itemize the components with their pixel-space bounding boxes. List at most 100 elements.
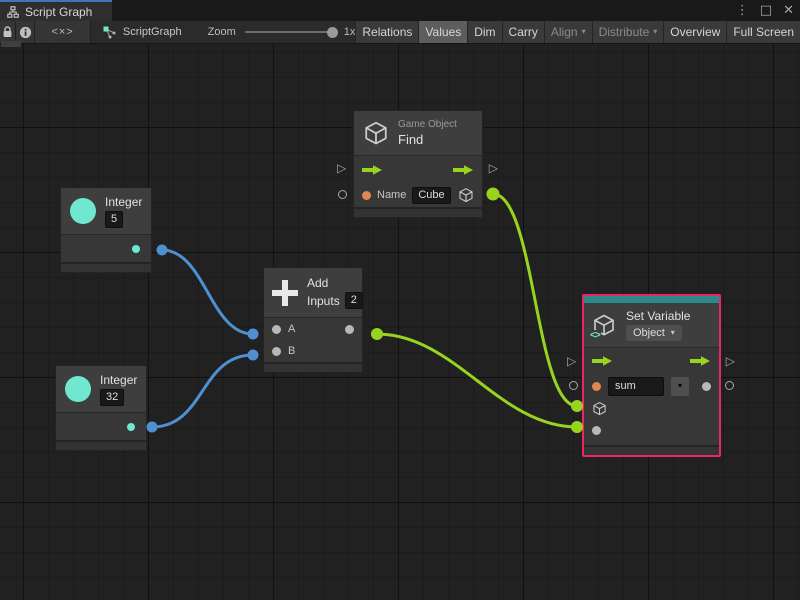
game-object-output-port[interactable] <box>458 187 474 203</box>
variable-kind-value: Object <box>633 327 665 339</box>
object-input-port[interactable] <box>592 401 607 416</box>
add-icon <box>272 280 298 306</box>
flow-output-port[interactable]: ▷ <box>489 162 498 174</box>
name-value-field[interactable]: Cube <box>412 187 450 204</box>
graph-breadcrumb[interactable]: ScriptGraph <box>95 21 190 43</box>
node-integer-32[interactable]: Integer 32 <box>55 365 147 451</box>
zoom-slider-knob[interactable] <box>327 27 338 38</box>
node-body <box>56 413 146 440</box>
overview-button[interactable]: Overview <box>663 21 726 43</box>
connection-endpoint[interactable] <box>371 328 383 340</box>
variable-name-input-port[interactable] <box>592 382 601 391</box>
name-input-port[interactable] <box>362 191 371 200</box>
zoom-label: Zoom <box>208 26 236 38</box>
node-title: Add <box>307 276 328 290</box>
menu-icon[interactable]: ⋮ <box>736 4 749 17</box>
wire-add-to-setvariable[interactable] <box>377 334 577 427</box>
connection-endpoint[interactable] <box>248 350 259 361</box>
distribute-label: Distribute <box>599 25 650 39</box>
chevron-down-icon: ▾ <box>582 28 586 36</box>
value-input-port[interactable] <box>569 381 578 390</box>
node-set-variable-selected[interactable]: ▷ ▷ <> Set Variable Object ▾ <box>582 294 721 457</box>
lock-button[interactable] <box>0 21 16 43</box>
node-title: Set Variable <box>626 309 690 323</box>
node-title: Integer <box>100 373 137 387</box>
connection-endpoint[interactable] <box>157 245 168 256</box>
integer-output-port[interactable] <box>132 245 140 253</box>
align-label: Align <box>551 25 578 39</box>
node-integer-5[interactable]: Integer 5 <box>60 187 152 273</box>
node-footer <box>56 440 146 450</box>
node-footer <box>354 207 482 217</box>
value-input-port-dot[interactable] <box>592 426 601 435</box>
flow-input-port[interactable]: ▷ <box>567 355 576 367</box>
connection-endpoint[interactable] <box>147 422 158 433</box>
chevron-down-icon: ▾ <box>653 28 657 36</box>
flow-out-arrow-icon[interactable] <box>690 355 711 367</box>
variable-name-dropdown-button[interactable]: ▾ <box>671 377 689 396</box>
input-port-b[interactable] <box>272 347 281 356</box>
distribute-dropdown[interactable]: Distribute ▾ <box>592 21 664 43</box>
flow-out-arrow-icon[interactable] <box>453 164 474 176</box>
port-label-a: A <box>288 323 295 335</box>
wire-find-to-setvariable[interactable] <box>493 194 577 406</box>
tab-script-graph[interactable]: Script Graph <box>0 0 112 21</box>
variable-output-port[interactable] <box>702 382 711 391</box>
node-footer <box>61 262 151 272</box>
tab-bar: Script Graph ⋮ □ ✕ <box>0 0 800 21</box>
integer-output-port[interactable] <box>127 423 135 431</box>
full-screen-button[interactable]: Full Screen <box>726 21 800 43</box>
variable-kind-dropdown[interactable]: Object ▾ <box>626 325 682 341</box>
flow-input-port[interactable]: ▷ <box>337 162 346 174</box>
connection-endpoint[interactable] <box>487 188 500 201</box>
toggle-relations[interactable]: Relations <box>355 21 418 43</box>
window-controls: ⋮ □ ✕ <box>736 0 794 21</box>
node-footer <box>584 445 719 455</box>
wire-integer32-to-add-b[interactable] <box>152 355 253 427</box>
close-icon[interactable]: ✕ <box>783 4 794 17</box>
variable-name-field[interactable]: sum <box>608 377 664 396</box>
flow-output-port[interactable]: ▷ <box>726 355 735 367</box>
node-add[interactable]: Add Inputs 2 A B <box>263 267 363 373</box>
wire-integer5-to-add-a[interactable] <box>162 250 253 334</box>
connection-endpoint[interactable] <box>248 329 259 340</box>
toggle-carry[interactable]: Carry <box>502 21 544 43</box>
overview-label: Overview <box>670 25 720 39</box>
code-preview-button[interactable]: <×> <box>35 21 91 43</box>
chevron-down-icon: ▾ <box>671 329 675 337</box>
toggle-dim[interactable]: Dim <box>467 21 501 43</box>
node-game-object-find[interactable]: ▷ ▷ Game Object Find Name Cube <box>353 110 483 218</box>
value-input-port[interactable] <box>338 190 347 199</box>
name-row: Name Cube <box>354 183 482 207</box>
node-header: <> Set Variable Object ▾ <box>584 303 719 348</box>
flow-row <box>584 348 719 374</box>
game-object-icon <box>363 120 389 146</box>
lock-icon <box>2 26 13 38</box>
graph-name-label: ScriptGraph <box>123 26 182 38</box>
inputs-count-field[interactable]: 2 <box>345 292 363 309</box>
graph-canvas[interactable]: Integer 5 Integer 32 <box>0 44 800 600</box>
port-row-a: A <box>264 318 362 340</box>
integer-value-field[interactable]: 5 <box>105 211 123 228</box>
node-footer <box>264 362 362 372</box>
zoom-value: 1x <box>344 26 356 38</box>
flow-in-arrow-icon[interactable] <box>362 164 383 176</box>
flow-row <box>354 156 482 183</box>
node-body <box>61 235 151 262</box>
flow-in-arrow-icon[interactable] <box>592 355 613 367</box>
brackets-icon: <> <box>589 330 601 341</box>
chevron-down-icon: ▾ <box>678 382 682 390</box>
sum-output-port[interactable] <box>345 325 354 334</box>
name-label: Name <box>377 189 406 201</box>
zoom-slider[interactable] <box>245 31 335 33</box>
value-output-port[interactable] <box>725 381 734 390</box>
integer-type-icon <box>65 376 91 402</box>
align-dropdown[interactable]: Align ▾ <box>544 21 592 43</box>
code-icon: <×> <box>51 26 73 38</box>
toggle-values[interactable]: Values <box>418 21 467 43</box>
maximize-icon[interactable]: □ <box>760 4 772 17</box>
canvas-corner-handle <box>1 41 21 47</box>
inspect-button[interactable] <box>16 21 35 43</box>
integer-value-field[interactable]: 32 <box>100 389 124 406</box>
input-port-a[interactable] <box>272 325 281 334</box>
